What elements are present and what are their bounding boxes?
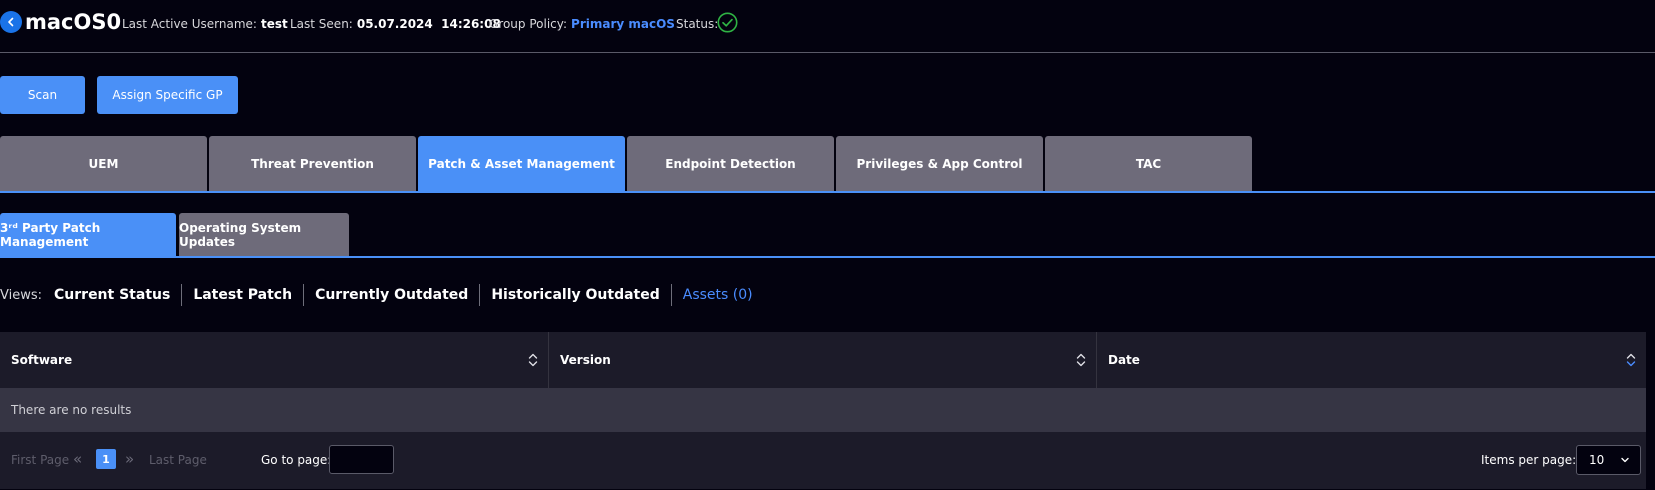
column-label-date: Date (1108, 353, 1140, 367)
last-active-label: Last Active Username: (122, 17, 257, 31)
view-historically-outdated[interactable]: Historically Outdated (479, 284, 670, 306)
page-title: macOS0 (25, 10, 122, 34)
device-detail-page: macOS0 Last Active Username: test Last Se… (0, 0, 1655, 490)
tab-tac[interactable]: TAC (1045, 136, 1252, 192)
prev-page-icon[interactable]: « (73, 450, 82, 468)
check-circle-icon (717, 12, 738, 33)
sort-icon (528, 353, 538, 367)
column-label-software: Software (11, 353, 73, 367)
back-button[interactable] (0, 11, 22, 33)
table-header: Software Version Date (0, 332, 1646, 388)
goto-page-input[interactable] (329, 445, 394, 474)
tabs-underline (0, 191, 1655, 193)
view-latest-patch[interactable]: Latest Patch (181, 284, 303, 306)
next-page-icon[interactable]: » (125, 450, 134, 468)
view-assets[interactable]: Assets (0) (670, 284, 764, 306)
table-pagination: First Page « 1 » Last Page Go to page: I… (0, 432, 1646, 489)
status-label: Status: (676, 17, 719, 31)
view-currently-outdated[interactable]: Currently Outdated (303, 284, 479, 306)
last-seen: Last Seen: 05.07.2024 14:26:08 (290, 16, 501, 32)
items-per-page-select[interactable]: 10 (1576, 445, 1641, 475)
items-per-page-value: 10 (1589, 453, 1605, 467)
empty-message: There are no results (11, 403, 132, 417)
last-active-value: test (260, 17, 288, 31)
last-seen-value: 05.07.2024 14:26:08 (356, 17, 501, 31)
scan-button[interactable]: Scan (0, 76, 85, 114)
first-page-link[interactable]: First Page (11, 453, 69, 467)
chevron-left-icon (8, 17, 14, 27)
tab-privileges-app-control[interactable]: Privileges & App Control (836, 136, 1043, 192)
device-header: macOS0 Last Active Username: test Last Se… (0, 0, 1655, 53)
tab-endpoint-detection[interactable]: Endpoint Detection (627, 136, 834, 192)
assets-table: Software Version Date There are no resul… (0, 332, 1646, 489)
last-seen-label: Last Seen: (290, 17, 353, 31)
status: Status: (676, 16, 718, 32)
group-policy: Group Policy: Primary macOS (489, 16, 675, 32)
subtab-3rd-party-patch-management[interactable]: 3ʳᵈ Party Patch Management (0, 213, 176, 257)
subtabs-underline (0, 256, 1655, 258)
column-label-version: Version (560, 353, 611, 367)
column-header-version[interactable]: Version (549, 332, 1097, 388)
last-page-link[interactable]: Last Page (149, 453, 207, 467)
goto-page-label: Go to page: (261, 453, 332, 467)
last-active-username: Last Active Username: test (122, 16, 288, 32)
sort-icon (1076, 353, 1086, 367)
views-label: Views: (0, 287, 43, 303)
sort-desc-icon (1626, 353, 1636, 367)
views-bar: Views: Current Status Latest Patch Curre… (0, 283, 764, 307)
tab-patch-asset-management[interactable]: Patch & Asset Management (418, 136, 625, 192)
group-policy-label: Group Policy: (489, 17, 568, 31)
group-policy-link[interactable]: Primary macOS (571, 17, 675, 31)
column-header-date[interactable]: Date (1097, 332, 1646, 388)
current-page-button[interactable]: 1 (96, 449, 116, 469)
view-current-status[interactable]: Current Status (52, 284, 181, 306)
chevron-down-icon (1621, 457, 1629, 463)
column-header-software[interactable]: Software (0, 332, 549, 388)
tab-threat-prevention[interactable]: Threat Prevention (209, 136, 416, 192)
table-empty-row: There are no results (0, 388, 1646, 432)
subtab-operating-system-updates[interactable]: Operating System Updates (179, 213, 349, 257)
tab-uem[interactable]: UEM (0, 136, 207, 192)
items-per-page-label: Items per page: (1481, 453, 1577, 467)
assign-specific-gp-button[interactable]: Assign Specific GP (97, 76, 238, 114)
